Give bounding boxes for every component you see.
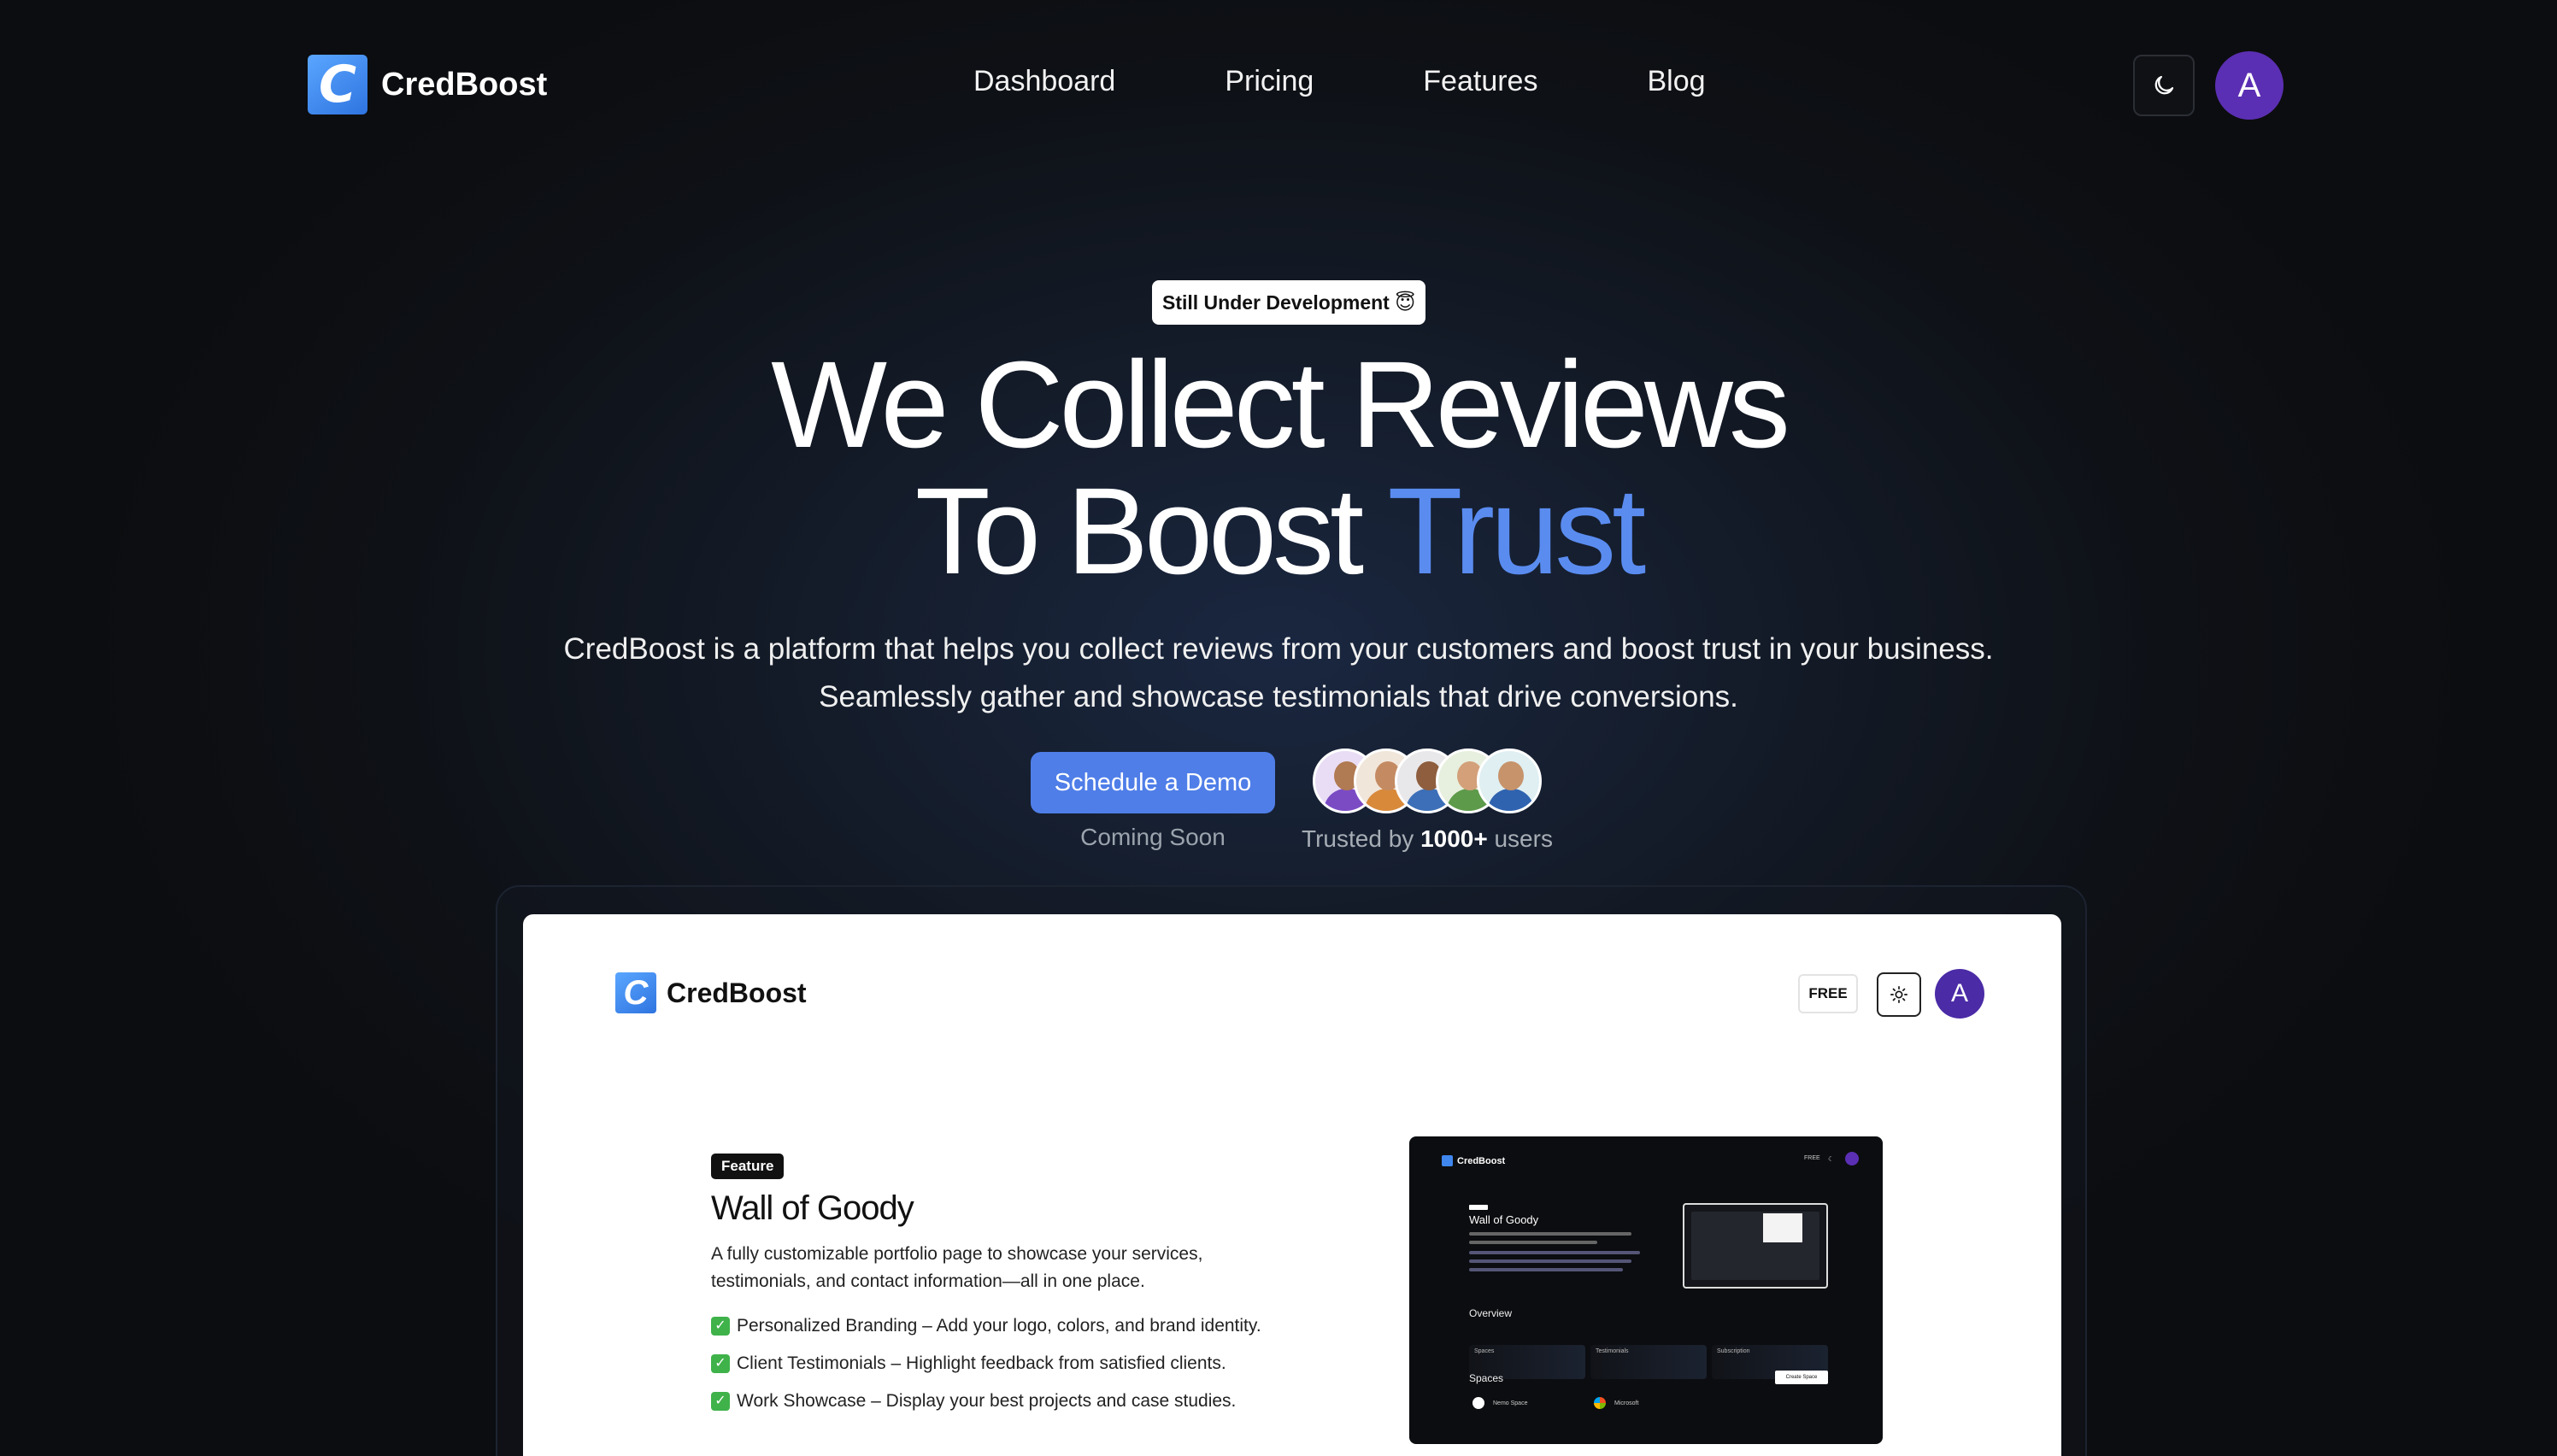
nav-blog[interactable]: Blog [1647,65,1705,98]
mini-brand: CredBoost [1442,1155,1505,1166]
mini-stat-label: Spaces [1474,1348,1495,1354]
user-avatar[interactable]: A [2215,51,2284,120]
hero-title: We Collect Reviews To Boost Trust [0,342,2557,595]
feature-item-text: Client Testimonials – Highlight feedback… [737,1353,1226,1373]
hero-subtitle-line2: Seamlessly gather and showcase testimoni… [819,680,1738,713]
coming-soon-note: Coming Soon [1080,824,1226,850]
check-icon: ✓ [711,1317,730,1336]
hero-title-line2: To Boost Trust [0,468,2557,595]
mini-logo-icon [1442,1155,1453,1166]
plan-badge: FREE [1798,974,1858,1013]
trusted-prefix: Trusted by [1302,825,1421,852]
main-nav: Dashboard Pricing Features Blog [973,65,1706,98]
hero-subtitle: CredBoost is a platform that helps you c… [0,625,2557,721]
sun-icon [1890,986,1907,1003]
mini-plan-badge: FREE [1804,1155,1820,1161]
trusted-suffix: users [1487,825,1553,852]
top-navbar: C CredBoost Dashboard Pricing Features B… [0,0,2557,171]
dashboard-screenshot: CredBoost FREE ☾ Wall of Goody Overview … [1409,1136,1883,1444]
mini-space-row: Microsoft [1594,1397,1638,1409]
mini-feature-tag [1469,1205,1488,1210]
mini-title: Wall of Goody [1469,1213,1539,1226]
mini-spaces-heading: Spaces [1469,1372,1504,1384]
mini-brand-name: CredBoost [1457,1155,1506,1166]
landing-page: C CredBoost Dashboard Pricing Features B… [0,0,2557,1456]
feature-item: ✓ Personalized Branding – Add your logo, … [711,1307,1261,1345]
user-avatar-stack [1313,749,1542,813]
hero-title-plain: To Boost [914,462,1388,600]
hero-subtitle-line1: CredBoost is a platform that helps you c… [563,632,1994,666]
mini-space-name: Microsoft [1614,1400,1639,1406]
feature-item-text: Work Showcase – Display your best projec… [737,1391,1237,1411]
mini-text-line [1469,1232,1631,1236]
mini-avatar [1845,1152,1859,1165]
feature-item-text: Personalized Branding – Add your logo, c… [737,1316,1261,1336]
feature-description-line1: A fully customizable portfolio page to s… [711,1244,1203,1264]
feature-list: ✓ Personalized Branding – Add your logo, … [711,1307,1261,1420]
hero-title-line1: We Collect Reviews [771,336,1790,473]
brand[interactable]: C CredBoost [308,55,547,114]
mini-text-line [1469,1251,1640,1254]
mini-stat-label: Subscription [1717,1348,1750,1354]
app-preview: C CredBoost FREE A Feature Wall of Goody… [523,914,2061,1456]
trusted-by-text: Trusted by 1000+ users [1299,825,1555,853]
feature-item: ✓ Client Testimonials – Highlight feedbac… [711,1345,1261,1383]
mini-stat-card: Testimonials [1590,1345,1707,1379]
schedule-demo-button[interactable]: Schedule a Demo [1031,752,1275,813]
nav-features[interactable]: Features [1423,65,1537,98]
moon-icon [2154,75,2174,95]
mini-text-line [1469,1268,1623,1271]
mini-stat-label: Testimonials [1596,1348,1629,1354]
brand-name: CredBoost [381,66,548,103]
preview-brand: C CredBoost [615,972,807,1013]
nav-dashboard[interactable]: Dashboard [973,65,1115,98]
mini-text-line [1469,1241,1597,1244]
mini-moon-icon: ☾ [1828,1155,1835,1163]
mini-space-icon [1472,1397,1484,1409]
theme-toggle-button[interactable] [2133,55,2195,116]
hero-title-accent: Trust [1387,462,1647,600]
nav-pricing[interactable]: Pricing [1225,65,1314,98]
credboost-logo-icon: C [308,55,367,114]
development-badge: Still Under Development 😇 [1152,280,1426,325]
mini-space-row: Nemo Space [1472,1397,1527,1409]
check-icon: ✓ [711,1392,730,1411]
mini-space-name: Nemo Space [1493,1400,1528,1406]
preview-brand-name: CredBoost [667,977,807,1008]
trusted-count: 1000+ [1420,825,1488,852]
feature-tag: Feature [711,1154,785,1179]
mini-preview-image [1683,1203,1828,1289]
preview-theme-toggle [1877,972,1921,1017]
mini-preview-panel [1763,1213,1802,1242]
mini-overview-heading: Overview [1469,1307,1513,1319]
user-avatar-5 [1477,749,1542,813]
feature-description: A fully customizable portfolio page to s… [711,1241,1309,1295]
feature-item: ✓ Work Showcase – Display your best proje… [711,1383,1261,1420]
mini-create-space-button: Create Space [1775,1371,1828,1384]
preview-logo-icon: C [615,972,656,1013]
check-icon: ✓ [711,1354,730,1373]
feature-title: Wall of Goody [711,1189,914,1227]
preview-user-avatar: A [1935,969,1984,1019]
feature-description-line2: testimonials, and contact information—al… [711,1271,1145,1291]
mini-text-line [1469,1259,1631,1263]
microsoft-logo-icon [1594,1397,1606,1409]
